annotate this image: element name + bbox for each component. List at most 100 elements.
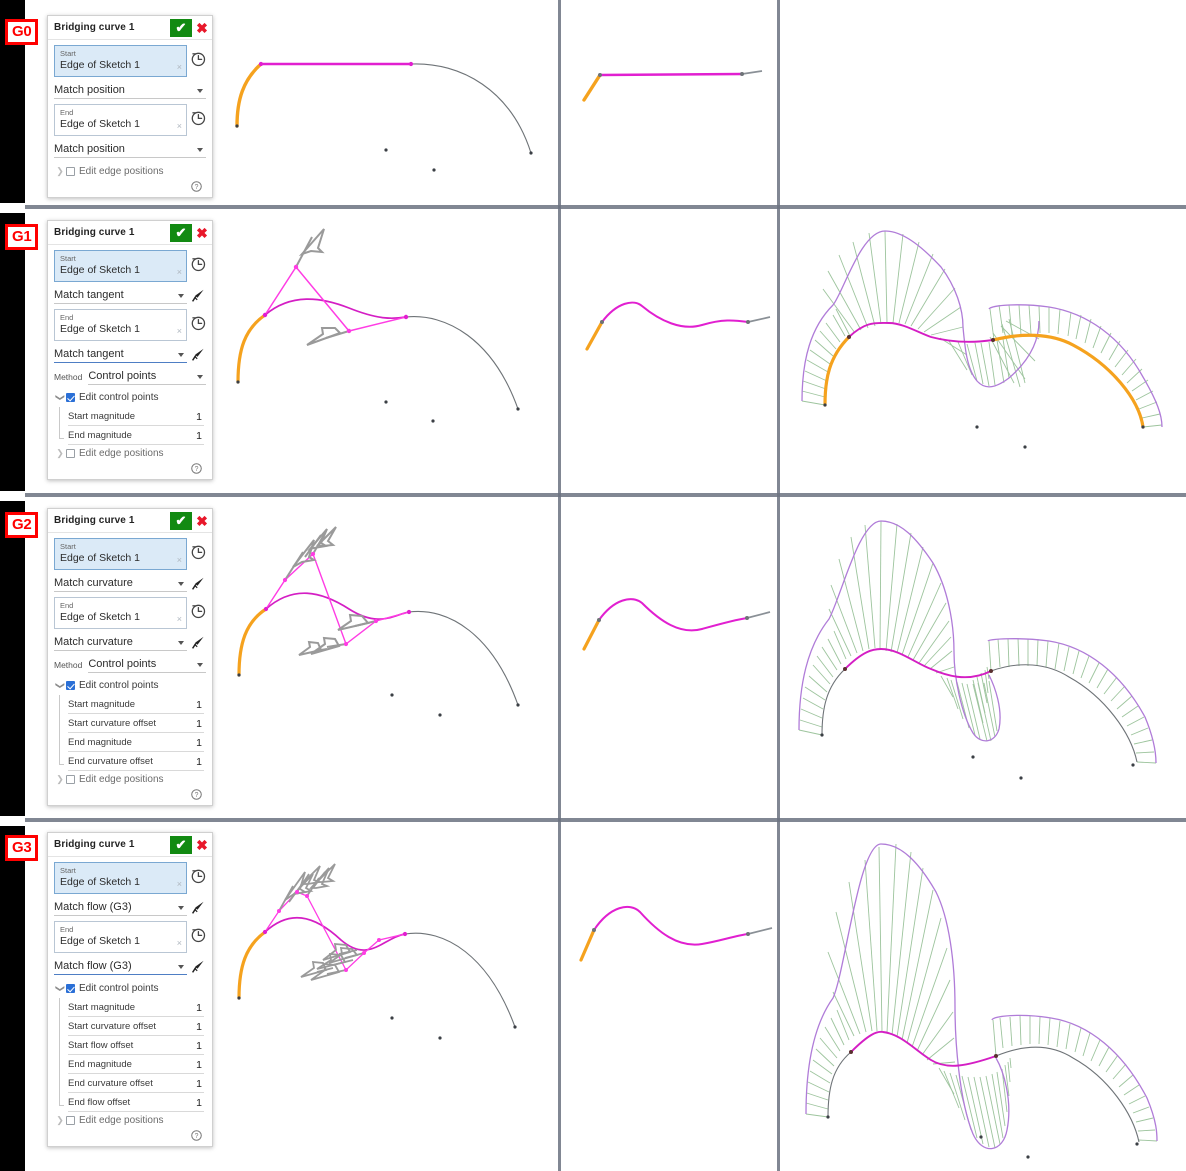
history-clock-icon[interactable] <box>190 110 206 126</box>
start-selection-box[interactable]: Start Edge of Sketch 1 × <box>54 45 187 77</box>
viewport-g2-mid[interactable] <box>562 497 776 818</box>
edit-edge-positions-row[interactable]: ❯ Edit edge positions <box>54 771 206 788</box>
history-clock-icon[interactable] <box>190 315 206 331</box>
param-value[interactable]: 1 <box>196 1097 204 1111</box>
param-row[interactable]: Start magnitude 1 <box>68 998 204 1017</box>
start-clear-icon[interactable]: × <box>177 556 182 565</box>
tangent-arrow-icon[interactable] <box>191 347 206 362</box>
param-row[interactable]: Start curvature offset 1 <box>68 1017 204 1036</box>
end-selection-box[interactable]: End Edge of Sketch 1 × <box>54 921 187 953</box>
tangent-arrow-icon[interactable] <box>191 959 206 974</box>
start-clear-icon[interactable]: × <box>177 268 182 277</box>
start-match-dropdown[interactable]: Match position <box>54 82 206 99</box>
viewport-g2-left[interactable] <box>221 497 557 818</box>
param-row[interactable]: Start flow offset 1 <box>68 1036 204 1055</box>
end-match-dropdown[interactable]: Match flow (G3) <box>54 958 187 975</box>
param-value[interactable]: 1 <box>196 718 204 732</box>
end-match-dropdown[interactable]: Match position <box>54 141 206 158</box>
param-row[interactable]: Start magnitude 1 <box>68 407 204 426</box>
edit-control-points-row[interactable]: ❯ Edit control points <box>54 389 206 406</box>
param-value[interactable]: 1 <box>196 1002 204 1016</box>
param-row[interactable]: End curvature offset 1 <box>68 1074 204 1093</box>
param-value[interactable]: 1 <box>196 1040 204 1054</box>
chevron-down-icon[interactable]: ❯ <box>56 983 66 995</box>
dialog-bridging-curve-g3[interactable]: Bridging curve 1 ✔ ✖ Start Edge of Sketc… <box>47 832 213 1147</box>
viewport-g0-right[interactable] <box>781 0 1186 203</box>
confirm-button[interactable]: ✔ <box>170 835 192 854</box>
end-selection-box[interactable]: End Edge of Sketch 1 × <box>54 309 187 341</box>
edit-control-points-checkbox[interactable] <box>66 984 75 993</box>
end-selection-box[interactable]: End Edge of Sketch 1 × <box>54 597 187 629</box>
end-clear-icon[interactable]: × <box>177 939 182 948</box>
confirm-button[interactable]: ✔ <box>170 223 192 242</box>
edit-edge-positions-checkbox[interactable] <box>66 167 75 176</box>
edit-edge-positions-checkbox[interactable] <box>66 775 75 784</box>
cancel-button[interactable]: ✖ <box>192 19 212 37</box>
end-clear-icon[interactable]: × <box>177 327 182 336</box>
help-icon[interactable]: ? <box>191 789 202 800</box>
cancel-button[interactable]: ✖ <box>192 224 212 242</box>
param-value[interactable]: 1 <box>196 430 204 444</box>
param-value[interactable]: 1 <box>196 1059 204 1073</box>
dialog-bridging-curve-g2[interactable]: Bridging curve 1 ✔ ✖ Start Edge of Sketc… <box>47 508 213 806</box>
tangent-arrow-icon[interactable] <box>191 288 206 303</box>
end-selection-box[interactable]: End Edge of Sketch 1 × <box>54 104 187 136</box>
dialog-bridging-curve-g0[interactable]: Bridging curve 1 ✔ ✖ Start Edge of Sketc… <box>47 15 213 198</box>
start-clear-icon[interactable]: × <box>177 880 182 889</box>
viewport-g1-left[interactable] <box>221 209 557 492</box>
start-selection-box[interactable]: Start Edge of Sketch 1 × <box>54 538 187 570</box>
history-clock-icon[interactable] <box>190 256 206 272</box>
start-selection-box[interactable]: Start Edge of Sketch 1 × <box>54 862 187 894</box>
history-clock-icon[interactable] <box>190 603 206 619</box>
history-clock-icon[interactable] <box>190 544 206 560</box>
edit-edge-positions-checkbox[interactable] <box>66 449 75 458</box>
end-clear-icon[interactable]: × <box>177 122 182 131</box>
start-match-dropdown[interactable]: Match flow (G3) <box>54 899 187 916</box>
viewport-g3-left[interactable] <box>221 822 557 1171</box>
help-icon[interactable]: ? <box>191 463 202 474</box>
param-value[interactable]: 1 <box>196 699 204 713</box>
chevron-down-icon[interactable]: ❯ <box>56 392 66 404</box>
edit-control-points-checkbox[interactable] <box>66 393 75 402</box>
confirm-button[interactable]: ✔ <box>170 511 192 530</box>
viewport-g3-right[interactable] <box>781 822 1186 1171</box>
param-row[interactable]: End magnitude 1 <box>68 426 204 445</box>
chevron-right-icon[interactable]: ❯ <box>54 775 66 784</box>
viewport-g1-mid[interactable] <box>562 209 776 492</box>
chevron-right-icon[interactable]: ❯ <box>54 1116 66 1125</box>
cancel-button[interactable]: ✖ <box>192 836 212 854</box>
param-value[interactable]: 1 <box>196 737 204 751</box>
tangent-arrow-icon[interactable] <box>191 635 206 650</box>
end-match-dropdown[interactable]: Match curvature <box>54 634 187 651</box>
chevron-right-icon[interactable]: ❯ <box>54 449 66 458</box>
end-clear-icon[interactable]: × <box>177 615 182 624</box>
dialog-bridging-curve-g1[interactable]: Bridging curve 1 ✔ ✖ Start Edge of Sketc… <box>47 220 213 480</box>
history-clock-icon[interactable] <box>190 927 206 943</box>
start-clear-icon[interactable]: × <box>177 63 182 72</box>
viewport-g2-right[interactable] <box>781 497 1186 818</box>
param-value[interactable]: 1 <box>196 1021 204 1035</box>
edit-control-points-row[interactable]: ❯ Edit control points <box>54 677 206 694</box>
tangent-arrow-icon[interactable] <box>191 900 206 915</box>
edit-control-points-checkbox[interactable] <box>66 681 75 690</box>
method-dropdown[interactable]: Control points <box>88 368 206 385</box>
param-value[interactable]: 1 <box>196 411 204 425</box>
chevron-right-icon[interactable]: ❯ <box>54 167 66 176</box>
param-row[interactable]: Start curvature offset 1 <box>68 714 204 733</box>
viewport-g0-left[interactable] <box>221 0 557 203</box>
viewport-g0-mid[interactable] <box>562 0 776 203</box>
start-match-dropdown[interactable]: Match curvature <box>54 575 187 592</box>
param-row[interactable]: End magnitude 1 <box>68 1055 204 1074</box>
history-clock-icon[interactable] <box>190 868 206 884</box>
chevron-down-icon[interactable]: ❯ <box>56 680 66 692</box>
edit-edge-positions-row[interactable]: ❯ Edit edge positions <box>54 445 206 462</box>
viewport-g3-mid[interactable] <box>562 822 776 1171</box>
cancel-button[interactable]: ✖ <box>192 512 212 530</box>
help-icon[interactable]: ? <box>191 181 202 192</box>
method-dropdown[interactable]: Control points <box>88 656 206 673</box>
start-selection-box[interactable]: Start Edge of Sketch 1 × <box>54 250 187 282</box>
edit-edge-positions-checkbox[interactable] <box>66 1116 75 1125</box>
confirm-button[interactable]: ✔ <box>170 18 192 37</box>
edit-control-points-row[interactable]: ❯ Edit control points <box>54 980 206 997</box>
param-row[interactable]: Start magnitude 1 <box>68 695 204 714</box>
